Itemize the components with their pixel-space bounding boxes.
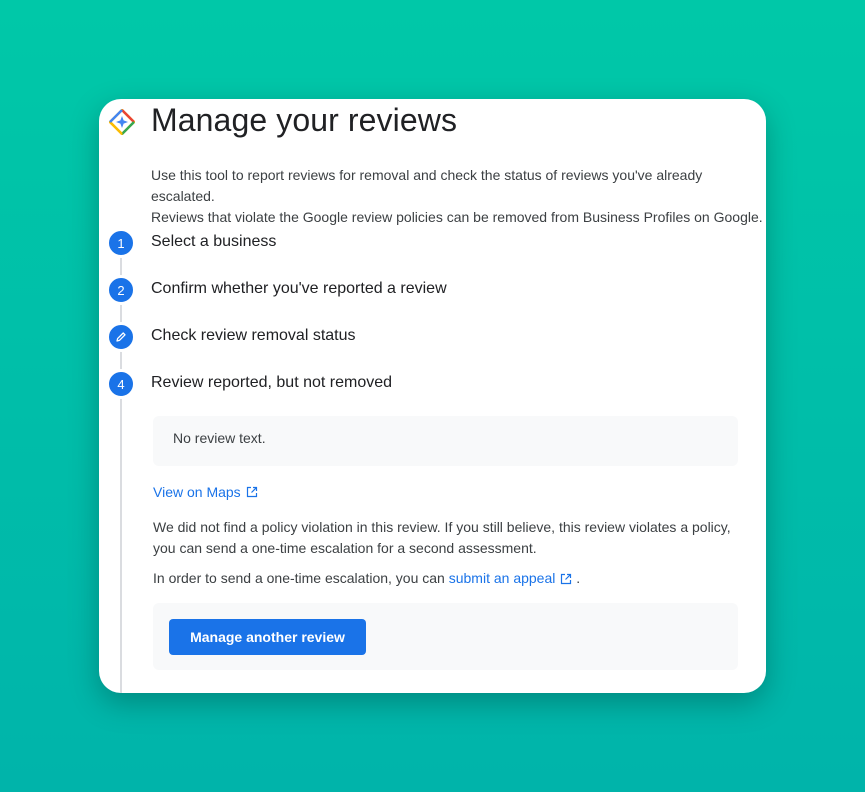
- escalation-suffix: .: [576, 570, 581, 586]
- external-link-icon: [246, 486, 257, 498]
- submit-appeal-label: submit an appeal: [448, 570, 556, 586]
- step-label: Confirm whether you've reported a review: [151, 280, 447, 297]
- submit-appeal-link[interactable]: submit an appeal: [449, 568, 573, 589]
- step-label: Review reported, but not removed: [151, 374, 393, 391]
- action-box: Manage another review: [153, 603, 738, 670]
- stepper-line: [120, 242, 122, 693]
- step-select-business[interactable]: 1 Select a business: [106, 228, 276, 258]
- intro-line-2: Reviews that violate the Google review p…: [151, 209, 763, 225]
- view-on-maps-link[interactable]: View on Maps: [153, 484, 258, 500]
- step-number-badge: 1: [106, 228, 136, 258]
- step-confirm-reported[interactable]: 2 Confirm whether you've reported a revi…: [106, 275, 447, 305]
- step-number-badge: 4: [106, 369, 136, 399]
- manage-reviews-card: Manage your reviews Use this tool to rep…: [99, 99, 766, 693]
- review-text: No review text.: [173, 430, 266, 446]
- step-label: Select a business: [151, 233, 277, 250]
- external-link-icon: [561, 573, 572, 584]
- step-edit-badge: [106, 322, 136, 352]
- intro-text: Use this tool to report reviews for remo…: [151, 165, 763, 228]
- no-violation-text: We did not find a policy violation in th…: [153, 519, 731, 556]
- step-label: Check review removal status: [151, 327, 356, 344]
- step-check-status[interactable]: Check review removal status: [106, 322, 356, 352]
- escalation-text: In order to send a one-time escalation, …: [153, 568, 743, 589]
- pencil-icon: [116, 332, 126, 342]
- view-on-maps-label: View on Maps: [153, 484, 241, 500]
- page-title: Manage your reviews: [151, 102, 458, 138]
- review-text-box: No review text.: [153, 416, 738, 466]
- google-business-logo-icon: [109, 109, 135, 135]
- step-reported-not-removed[interactable]: 4 Review reported, but not removed: [106, 369, 392, 399]
- step-number-badge: 2: [106, 275, 136, 305]
- intro-line-1: Use this tool to report reviews for remo…: [151, 167, 703, 204]
- escalation-prefix: In order to send a one-time escalation, …: [153, 570, 445, 586]
- manage-another-review-button[interactable]: Manage another review: [169, 619, 366, 655]
